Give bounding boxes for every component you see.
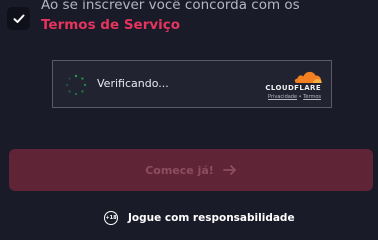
start-now-button[interactable]: Comece já! [9,149,373,191]
cloudflare-wordmark: CLOUDFLARE [265,84,321,92]
captcha-links: Privacidade • Termos [268,94,321,101]
start-button-label: Comece já! [145,163,214,177]
responsible-gaming-label: Jogue com responsabilidade [128,212,295,224]
privacy-link[interactable]: Privacidade [268,94,297,100]
responsible-gaming-link[interactable]: +18 Jogue com responsabilidade [104,210,295,226]
loading-spinner-icon [65,74,87,96]
age-restriction-icon: +18 [104,211,118,225]
cloudflare-cloud-icon [294,71,322,83]
captcha-terms-link[interactable]: Termos [303,94,321,100]
terms-checkbox[interactable] [7,7,30,30]
check-icon [13,14,24,23]
arrow-right-icon [222,165,237,175]
captcha-status-text: Verificando... [97,77,169,90]
cloudflare-captcha-widget[interactable]: Verificando... CLOUDFLARE Privacidade • … [52,60,332,108]
consent-text: Ao se inscrever você concorda com os [41,0,300,13]
terms-of-service-link[interactable]: Termos de Serviço [41,17,180,34]
